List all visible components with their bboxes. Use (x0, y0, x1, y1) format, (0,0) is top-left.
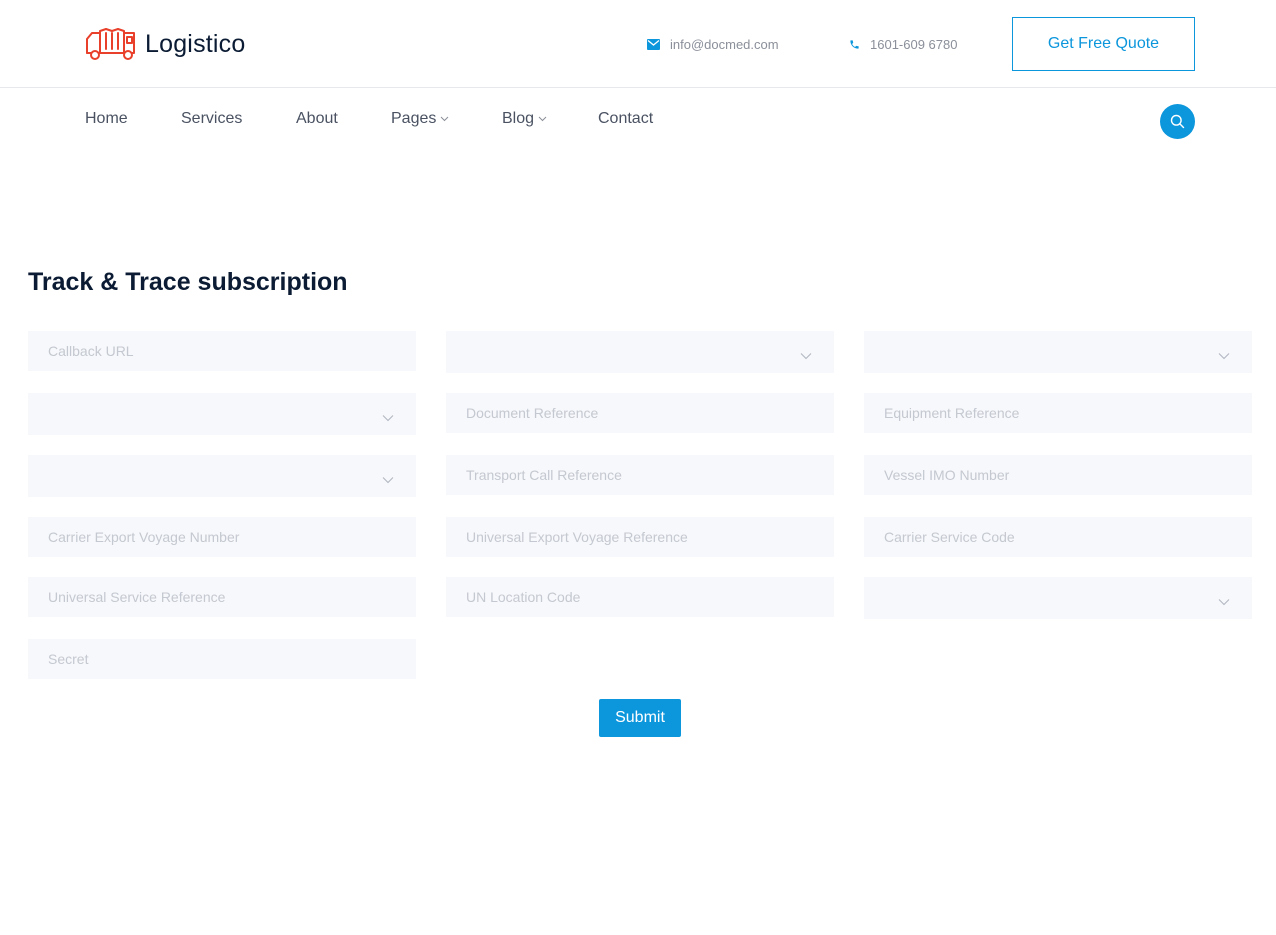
truck-icon (84, 27, 136, 61)
email-text: info@docmed.com (670, 37, 779, 52)
top-bar: Logistico info@docmed.com 1601-609 6780 … (0, 0, 1276, 88)
nav-item-label: About (296, 110, 338, 127)
main-nav: Home Services About Pages Blog Contact (0, 89, 1276, 151)
un-location-code-input[interactable] (446, 577, 834, 617)
document-reference-input[interactable] (446, 393, 834, 433)
select-dropdown-4[interactable] (28, 455, 416, 497)
vessel-imo-number-input[interactable] (864, 455, 1252, 495)
submit-button[interactable]: Submit (599, 699, 681, 737)
nav-item-services[interactable]: Services (181, 110, 242, 128)
chevron-down-icon (800, 345, 812, 364)
chevron-down-icon (440, 116, 449, 122)
select-dropdown-3[interactable] (28, 393, 416, 435)
chevron-down-icon (1218, 591, 1230, 610)
callback-url-input[interactable] (28, 331, 416, 371)
universal-service-reference-input[interactable] (28, 577, 416, 617)
logo[interactable]: Logistico (84, 27, 245, 61)
nav-item-home[interactable]: Home (85, 110, 128, 128)
phone-contact[interactable]: 1601-609 6780 (849, 37, 957, 52)
envelope-icon (647, 39, 660, 50)
page-title: Track & Trace subscription (28, 268, 348, 296)
chevron-down-icon (1218, 345, 1230, 364)
select-dropdown-5[interactable] (864, 577, 1252, 619)
nav-item-contact[interactable]: Contact (598, 110, 653, 128)
equipment-reference-input[interactable] (864, 393, 1252, 433)
phone-text: 1601-609 6780 (870, 37, 958, 52)
phone-icon (849, 39, 860, 50)
nav-item-label: Contact (598, 110, 654, 127)
nav-item-label: Home (85, 110, 128, 127)
secret-input[interactable] (28, 639, 416, 679)
search-button[interactable] (1160, 104, 1195, 139)
chevron-down-icon (382, 407, 394, 426)
carrier-export-voyage-number-input[interactable] (28, 517, 416, 557)
chevron-down-icon (382, 469, 394, 488)
email-contact[interactable]: info@docmed.com (647, 37, 779, 52)
search-icon (1170, 114, 1185, 129)
get-free-quote-button[interactable]: Get Free Quote (1012, 17, 1195, 71)
nav-item-label: Services (181, 110, 243, 127)
nav-item-blog[interactable]: Blog (502, 110, 547, 128)
nav-item-about[interactable]: About (296, 110, 338, 128)
universal-export-voyage-reference-input[interactable] (446, 517, 834, 557)
nav-item-pages[interactable]: Pages (391, 110, 449, 128)
select-dropdown-1[interactable] (446, 331, 834, 373)
nav-item-label: Blog (502, 110, 535, 127)
nav-item-label: Pages (391, 110, 437, 127)
chevron-down-icon (538, 116, 547, 122)
carrier-service-code-input[interactable] (864, 517, 1252, 557)
logo-text: Logistico (145, 29, 246, 58)
transport-call-reference-input[interactable] (446, 455, 834, 495)
select-dropdown-2[interactable] (864, 331, 1252, 373)
